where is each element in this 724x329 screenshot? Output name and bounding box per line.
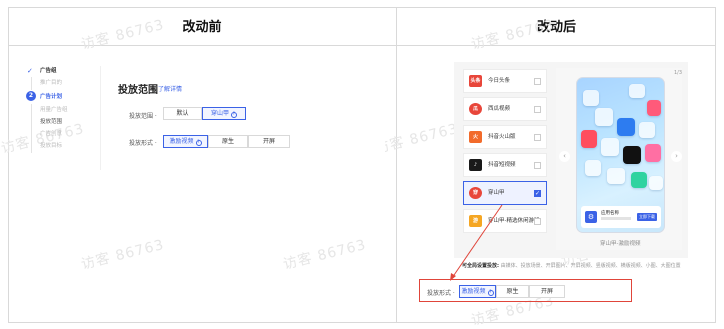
step-connector <box>31 140 32 153</box>
deco-cube <box>617 118 635 136</box>
step-connector <box>31 77 32 90</box>
option-label: 激励视频 <box>461 288 486 295</box>
media-label: 今日头条 <box>488 78 511 84</box>
media-item-douyin[interactable]: ♪ 抖音短视频 <box>463 153 547 177</box>
step-label: 广告组 <box>40 68 57 74</box>
step-ad-creative[interactable]: 广告创意 <box>26 128 98 141</box>
header-divider <box>8 45 716 46</box>
gear-icon: ⚙ <box>585 211 597 223</box>
media-label: 西瓜视频 <box>488 106 511 112</box>
media-label: 穿山甲-精选休闲游戏 <box>488 218 540 224</box>
panel-title: 投放范围 <box>118 85 158 96</box>
step-usage-group[interactable]: 用量广告组 <box>26 104 98 117</box>
chevron-right-icon[interactable]: › <box>671 151 682 162</box>
media-item-pangle[interactable]: 穿 穿山甲 ✓ <box>463 181 547 205</box>
deco-cube <box>639 122 655 138</box>
hint-title: 可全局设置投放: <box>462 263 500 269</box>
learn-more-link[interactable]: 了解详情 <box>158 84 182 93</box>
media-label: 抖音火山版 <box>488 134 516 140</box>
deco-cube <box>649 176 663 190</box>
option-label: 原生 <box>221 138 234 145</box>
deco-cube <box>645 144 661 162</box>
step-ad-group[interactable]: ✓ 广告组 <box>26 66 98 77</box>
step-number-badge: 2 <box>26 91 36 101</box>
toutiao-icon: 头条 <box>469 75 482 87</box>
media-item-toutiao[interactable]: 头条 今日头条 <box>463 69 547 93</box>
form-option-native[interactable]: 原生 <box>208 135 248 148</box>
games-icon: 游 <box>469 215 482 227</box>
media-list: 头条 今日头条 瓜 西瓜视频 火 抖音火山版 ♪ 抖音短视频 穿 穿山甲 ✓ 游… <box>463 69 547 237</box>
huoshan-icon: 火 <box>469 131 482 143</box>
form-option-native[interactable]: 原生 <box>496 285 529 298</box>
app-name: 应用名称 <box>601 211 619 216</box>
media-checkbox[interactable] <box>534 134 541 141</box>
column-divider <box>396 7 397 323</box>
delivery-form-label: 投放形式 · <box>427 290 455 297</box>
steps-sidebar: ✓ 广告组 推广目的 2 广告计划 用量广告组 投放范围 广告创意 投放目标 <box>26 66 98 153</box>
hint-text: 由媒体、投放场景、开屏图片、开屏视频、竖版视频、横版视频、小图、大图位置 <box>500 263 681 269</box>
deco-cube <box>595 108 613 126</box>
media-checkbox[interactable] <box>534 162 541 169</box>
preview-page-indicator: 1/3 <box>674 70 683 76</box>
form-option-rewarded-video[interactable]: 激励视频? <box>163 135 208 148</box>
media-checkbox[interactable] <box>534 78 541 85</box>
deco-cube <box>647 100 661 116</box>
step-label: 投放目标 <box>40 143 63 149</box>
option-label: 激励视频 <box>169 138 194 145</box>
deco-cube <box>631 172 647 188</box>
media-item-pangle-games[interactable]: 游 穿山甲-精选休闲游戏 <box>463 209 547 233</box>
help-icon: ? <box>231 112 237 118</box>
global-setting-hint: 可全局设置投放: 由媒体、投放场景、开屏图片、开屏视频、竖版视频、横版视频、小图… <box>462 262 681 269</box>
option-label: 穿山甲 <box>210 110 229 117</box>
check-icon: ✓ <box>27 67 33 75</box>
deco-cube <box>607 168 625 184</box>
delivery-scope-label: 投放范围 · <box>129 113 157 120</box>
help-icon: ? <box>487 290 494 296</box>
form-option-rewarded-video[interactable]: 激励视频? <box>459 285 496 298</box>
step-label: 用量广告组 <box>40 107 68 113</box>
step-label: 推广目的 <box>40 80 63 86</box>
deco-cube <box>585 160 601 176</box>
phone-preview: ⚙ 应用名称 立即下载 <box>576 77 665 233</box>
option-label: 开屏 <box>540 288 553 295</box>
media-checkbox-checked[interactable]: ✓ <box>534 190 541 197</box>
step-delivery-target[interactable]: 投放目标 <box>26 140 98 153</box>
media-item-huoshan[interactable]: 火 抖音火山版 <box>463 125 547 149</box>
form-option-splash[interactable]: 开屏 <box>248 135 290 148</box>
xigua-icon: 瓜 <box>469 103 482 115</box>
media-label: 穿山甲 <box>488 190 505 196</box>
step-label: 广告创意 <box>40 131 63 137</box>
app-desc-placeholder <box>601 217 631 220</box>
chevron-left-icon[interactable]: ‹ <box>559 151 570 162</box>
step-label: 投放范围 <box>40 119 63 125</box>
media-checkbox[interactable] <box>534 106 541 113</box>
after-title: 改动后 <box>536 20 576 35</box>
option-label: 原生 <box>506 288 519 295</box>
download-button[interactable]: 立即下载 <box>637 213 657 221</box>
step-delivery-scope[interactable]: 投放范围 <box>26 116 98 129</box>
deco-cube <box>583 90 599 106</box>
media-checkbox[interactable] <box>534 218 541 225</box>
douyin-icon: ♪ <box>469 159 482 171</box>
form-option-splash[interactable]: 开屏 <box>529 285 565 298</box>
deco-cube <box>629 84 645 98</box>
media-label: 抖音短视频 <box>488 162 516 168</box>
scope-option-pangle[interactable]: 穿山甲? <box>202 107 246 120</box>
media-item-xigua[interactable]: 瓜 西瓜视频 <box>463 97 547 121</box>
deco-cube <box>581 130 597 148</box>
step-ad-plan[interactable]: 2 广告计划 <box>26 90 98 104</box>
scope-option-default[interactable]: 默认 <box>163 107 202 120</box>
step-label: 广告计划 <box>40 94 63 100</box>
delivery-form-label: 投放形式 · <box>129 140 157 147</box>
app-download-card: ⚙ 应用名称 立即下载 <box>581 206 661 228</box>
option-label: 开屏 <box>262 138 275 145</box>
help-icon: ? <box>195 140 202 146</box>
option-label: 默认 <box>176 110 189 117</box>
pangle-icon: 穿 <box>469 187 482 199</box>
step-promotion-goal[interactable]: 推广目的 <box>26 77 98 90</box>
before-title: 改动前 <box>182 20 222 35</box>
preview-caption: 穿山甲-激励视频 <box>600 241 641 247</box>
deco-cube <box>601 138 619 156</box>
deco-cube <box>623 146 641 164</box>
